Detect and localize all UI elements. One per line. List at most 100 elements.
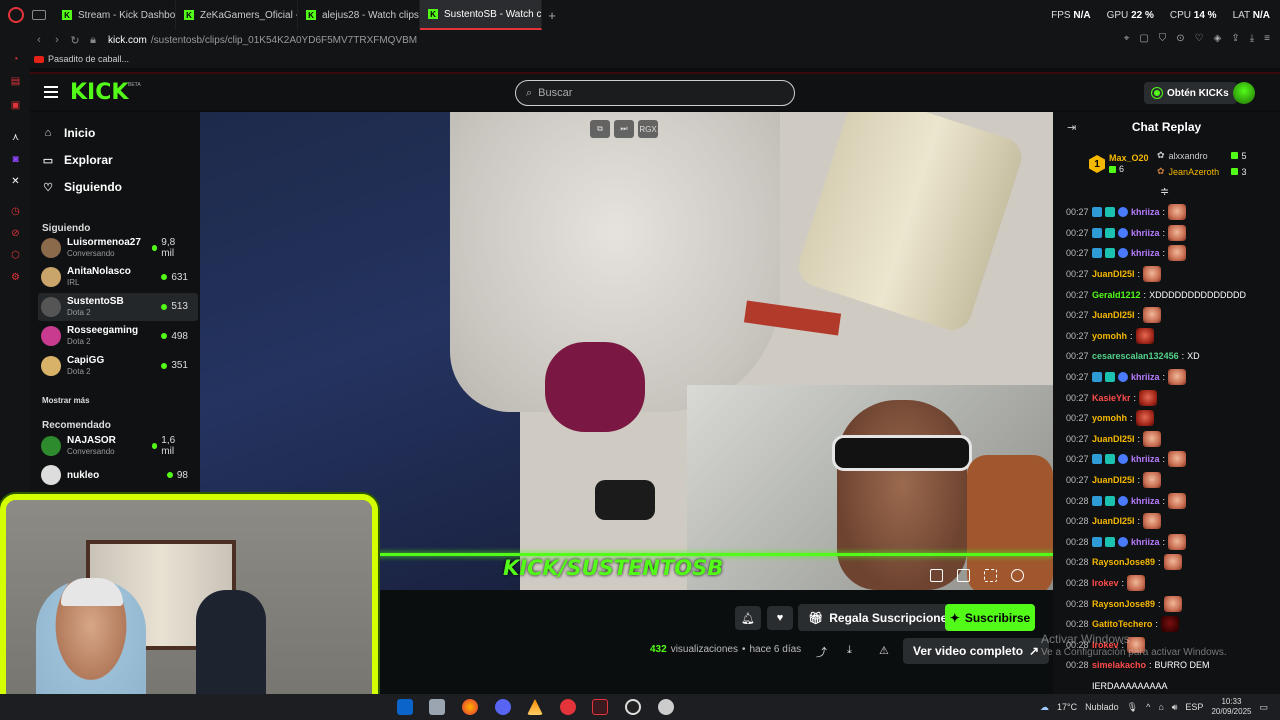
new-tab-button[interactable]: +: [542, 8, 562, 23]
share-icon[interactable]: ⤴: [816, 644, 827, 660]
x-icon[interactable]: ✕: [10, 176, 21, 187]
app-icon[interactable]: [429, 699, 445, 715]
opera-gx-icon[interactable]: [592, 699, 608, 715]
app-white-icon[interactable]: [658, 699, 674, 715]
chat-username[interactable]: Gerald1212: [1092, 290, 1141, 300]
nav-home[interactable]: ⌂ Inicio: [42, 126, 96, 140]
report-icon[interactable]: ⚠: [879, 644, 889, 657]
settings-gear-icon[interactable]: [1011, 569, 1024, 582]
leaderboard-first[interactable]: 1 Max_O20 6: [1089, 153, 1149, 175]
history-icon[interactable]: ◷: [10, 206, 21, 217]
chat-username[interactable]: JuanDI25I: [1092, 269, 1135, 279]
firefox-icon[interactable]: [462, 699, 478, 715]
channel-row[interactable]: AnitaNolasco IRL 631: [38, 263, 198, 291]
kick-logo[interactable]: KICK: [70, 80, 128, 105]
browser-tab[interactable]: K ZeKaGamers_Oficial - Wa: [176, 0, 298, 30]
pip-icon[interactable]: [930, 569, 943, 582]
hamburger-menu-icon[interactable]: [44, 86, 58, 98]
notification-icon[interactable]: ▭: [1259, 702, 1268, 713]
snapshot-icon[interactable]: ▢: [1139, 33, 1148, 44]
chat-username[interactable]: KasieYkr: [1092, 393, 1131, 403]
download-icon[interactable]: ⤓: [847, 644, 852, 657]
user-avatar[interactable]: [1233, 82, 1255, 104]
chat-username[interactable]: khriiza: [1131, 248, 1160, 258]
subscribe-button[interactable]: ✦ Suscribirse: [945, 604, 1035, 631]
vpn-icon[interactable]: ⊙: [1176, 33, 1184, 44]
shield-icon[interactable]: ⛉: [1159, 33, 1167, 44]
back-icon[interactable]: ‹: [30, 34, 48, 46]
opera-logo-icon[interactable]: [8, 7, 24, 23]
chat-username[interactable]: khriiza: [1131, 537, 1160, 547]
channel-row[interactable]: NAJASOR Conversando 1,6 mil: [38, 432, 198, 460]
chat-username[interactable]: yomohh: [1092, 331, 1127, 341]
twitch-icon[interactable]: ◙: [10, 154, 21, 165]
gift-subs-button[interactable]: 🎁︎ Regala Suscripciones: [798, 604, 964, 631]
extensions-side-icon[interactable]: ⬡: [10, 250, 21, 261]
language-indicator[interactable]: ESP: [1185, 702, 1203, 712]
browser-tab[interactable]: K Stream - Kick Dashboard: [54, 0, 176, 30]
menu-icon[interactable]: ≡: [1264, 33, 1270, 44]
mic-icon[interactable]: 🎙︎: [1127, 702, 1138, 713]
chat-username[interactable]: khriiza: [1131, 496, 1160, 506]
chat-username[interactable]: cesarescalan132456: [1092, 351, 1179, 361]
browser-tab[interactable]: K SustentoSB - Watch clips: [420, 0, 542, 30]
player-icon[interactable]: ▣: [10, 100, 21, 111]
workspaces-icon[interactable]: [32, 10, 46, 20]
fullscreen-icon[interactable]: [984, 569, 997, 582]
chat-username[interactable]: JuanDI25I: [1092, 310, 1135, 320]
video-overlay-button[interactable]: ⏭: [614, 120, 634, 138]
watch-full-video-button[interactable]: Ver video completo ↗: [903, 638, 1050, 664]
bookmark-item[interactable]: Pasadito de caball...: [48, 54, 129, 64]
notifications-button[interactable]: 🔔︎: [735, 606, 761, 630]
video-overlay-button[interactable]: ⧉: [590, 120, 610, 138]
extensions-icon[interactable]: ◈: [1214, 33, 1222, 44]
nav-following[interactable]: ♡ Siguiendo: [42, 180, 122, 194]
follow-button[interactable]: ♥: [767, 606, 793, 630]
heart-icon[interactable]: ♡: [1195, 33, 1204, 44]
chat-icon[interactable]: ▤: [10, 76, 21, 87]
channel-row[interactable]: Luisormenoa27 Conversando 9,8 mil: [38, 234, 198, 262]
forward-icon[interactable]: ›: [48, 34, 66, 46]
chat-username[interactable]: khriiza: [1131, 207, 1160, 217]
bookmarks-icon[interactable]: ⊘: [10, 228, 21, 239]
leaderboard-third[interactable]: ✿ JeanAzeroth 3: [1157, 166, 1247, 177]
video-overlay-button[interactable]: RGX: [638, 120, 658, 138]
search-input[interactable]: ⌕ Buscar: [515, 80, 795, 106]
expand-leaderboard-icon[interactable]: ≑: [1160, 185, 1169, 198]
obs-icon[interactable]: [625, 699, 641, 715]
chat-username[interactable]: khriiza: [1131, 228, 1160, 238]
show-more-button[interactable]: Mostrar más: [42, 396, 90, 405]
chat-username[interactable]: RaysonJose89: [1092, 557, 1155, 567]
url-field[interactable]: kick.com/sustentosb/clips/clip_01K54K2A0…: [108, 35, 417, 46]
reload-icon[interactable]: ↻: [66, 34, 84, 47]
get-kicks-button[interactable]: Obtén KICKs: [1144, 82, 1237, 104]
download-icon[interactable]: ⤓: [1250, 33, 1254, 44]
chat-username[interactable]: khriiza: [1131, 454, 1160, 464]
share-icon[interactable]: ⇪: [1231, 33, 1239, 44]
discord-icon[interactable]: [495, 699, 511, 715]
chat-username[interactable]: Irokev: [1092, 578, 1119, 588]
chat-username[interactable]: GatitoTechero: [1092, 619, 1152, 629]
channel-row[interactable]: nukleo 98: [38, 461, 198, 489]
chat-username[interactable]: RaysonJose89: [1092, 599, 1155, 609]
volume-icon[interactable]: 🔊︎: [1172, 702, 1178, 713]
chat-username[interactable]: JuanDI25I: [1092, 475, 1135, 485]
chat-username[interactable]: khriiza: [1131, 372, 1160, 382]
network-icon[interactable]: ⌂: [1158, 702, 1163, 712]
browser-tab[interactable]: Kalejus28 - Watch clips on: [298, 0, 420, 30]
tray-chevron-icon[interactable]: ^: [1146, 702, 1150, 712]
chat-username[interactable]: JuanDI25I: [1092, 516, 1135, 526]
theater-mode-icon[interactable]: [957, 569, 970, 582]
weather-temp[interactable]: 17°C: [1057, 702, 1077, 712]
channel-row[interactable]: Rosseegaming Dota 2 498: [38, 322, 198, 350]
chat-username[interactable]: JuanDI25I: [1092, 434, 1135, 444]
kick-sidebar-icon[interactable]: ⋏: [10, 132, 21, 143]
channel-row[interactable]: CapiGG Dota 2 351: [38, 352, 198, 380]
pin-icon[interactable]: ⌖: [1124, 33, 1130, 44]
app-red-icon[interactable]: [560, 699, 576, 715]
channel-row[interactable]: SustentoSB Dota 2 513: [38, 292, 198, 321]
leaderboard-second[interactable]: ✿ alxxandro 5: [1157, 150, 1247, 161]
settings-icon[interactable]: ⚙: [10, 272, 21, 283]
chat-username[interactable]: simelakacho: [1092, 660, 1146, 670]
nav-browse[interactable]: ▭ Explorar: [42, 153, 113, 167]
